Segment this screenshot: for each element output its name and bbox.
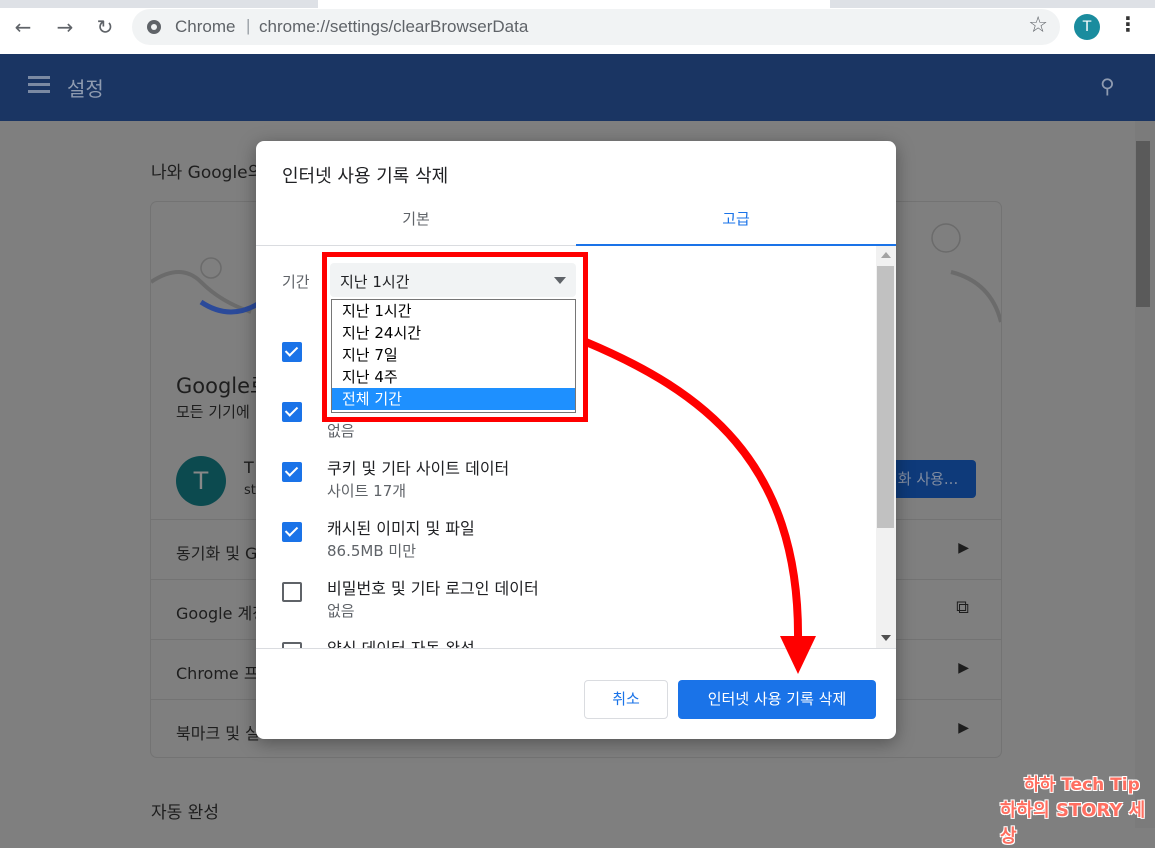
- watermark-line-1: 하하 Tech Tip: [1024, 775, 1140, 795]
- annotation-arrow-icon: [584, 338, 816, 674]
- watermark-line-2: 하하의 STORY 세상: [1000, 800, 1146, 847]
